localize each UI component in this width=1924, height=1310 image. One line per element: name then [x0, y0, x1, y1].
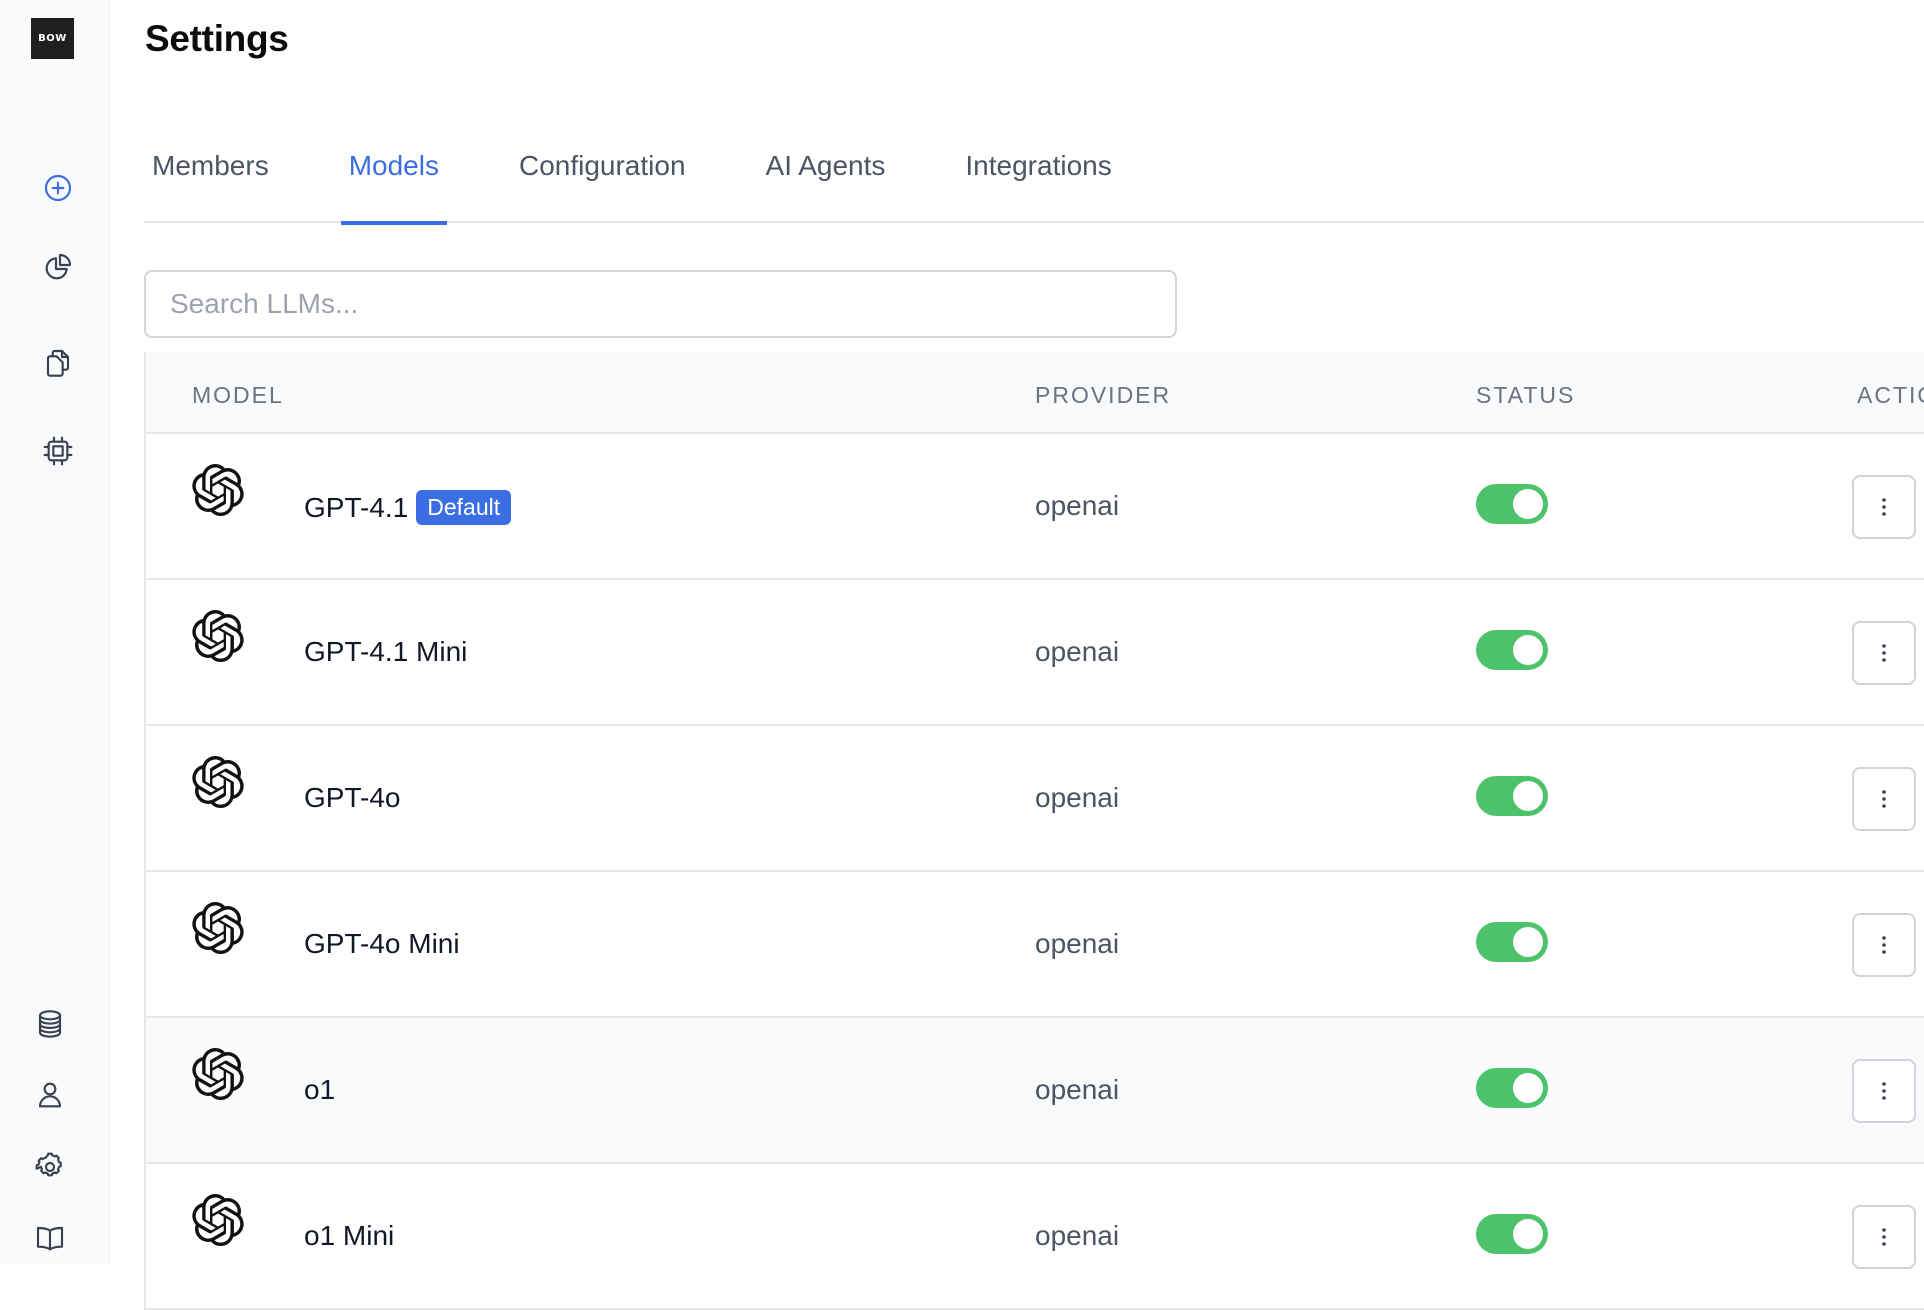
status-toggle[interactable]	[1476, 776, 1548, 816]
vertical-dots-icon	[1882, 1082, 1886, 1100]
tab-integrations[interactable]: Integrations	[957, 145, 1119, 223]
search-input[interactable]	[144, 270, 1177, 338]
toggle-knob	[1513, 1219, 1543, 1249]
cpu-icon[interactable]	[40, 433, 76, 469]
user-icon[interactable]	[32, 1077, 68, 1113]
table-row: o1 Mini openai	[146, 1164, 1924, 1310]
table-header: MODEL PROVIDER STATUS ACTIO	[146, 352, 1924, 434]
status-toggle[interactable]	[1476, 630, 1548, 670]
app-logo[interactable]: BOW	[31, 18, 74, 59]
provider-name: openai	[1035, 782, 1120, 813]
database-icon[interactable]	[32, 1006, 68, 1042]
row-actions-button[interactable]	[1852, 1205, 1916, 1269]
toggle-knob	[1513, 635, 1543, 665]
column-header-actions: ACTIO	[1857, 382, 1924, 408]
table-row: GPT-4o openai	[146, 726, 1924, 872]
main-content: Settings Members Models Configuration AI…	[110, 0, 1924, 1310]
status-toggle[interactable]	[1476, 1068, 1548, 1108]
book-icon[interactable]	[32, 1220, 68, 1256]
status-toggle[interactable]	[1476, 484, 1548, 524]
column-header-model: MODEL	[192, 382, 284, 408]
model-name: GPT-4o Mini	[304, 928, 460, 959]
provider-name: openai	[1035, 636, 1120, 667]
row-actions-button[interactable]	[1852, 1059, 1916, 1123]
vertical-dots-icon	[1882, 1228, 1886, 1246]
models-table: MODEL PROVIDER STATUS ACTIO GPT-4.1 Defa…	[144, 352, 1924, 1310]
gear-icon[interactable]	[32, 1149, 68, 1185]
tab-models[interactable]: Models	[340, 145, 448, 225]
table-row: GPT-4.1 Mini openai	[146, 580, 1924, 726]
toggle-knob	[1513, 781, 1543, 811]
row-actions-button[interactable]	[1852, 621, 1916, 685]
column-header-provider: PROVIDER	[1035, 382, 1172, 408]
column-header-status: STATUS	[1476, 382, 1576, 408]
openai-icon	[192, 610, 244, 663]
tab-members[interactable]: Members	[144, 145, 277, 223]
table-row: o1 openai	[146, 1018, 1924, 1164]
table-row: GPT-4.1 Default openai	[146, 434, 1924, 580]
vertical-dots-icon	[1882, 790, 1886, 808]
settings-tabs: Members Models Configuration AI Agents I…	[144, 145, 1924, 225]
plus-circle-icon[interactable]	[40, 170, 76, 206]
vertical-dots-icon	[1882, 498, 1886, 516]
row-actions-button[interactable]	[1852, 475, 1916, 539]
tab-ai-agents[interactable]: AI Agents	[758, 145, 894, 223]
default-badge: Default	[416, 490, 512, 525]
table-row: GPT-4o Mini openai	[146, 872, 1924, 1018]
vertical-dots-icon	[1882, 644, 1886, 662]
row-actions-button[interactable]	[1852, 913, 1916, 977]
model-name: GPT-4o	[304, 782, 401, 813]
provider-name: openai	[1035, 490, 1120, 521]
documents-icon[interactable]	[40, 345, 76, 381]
model-name: o1 Mini	[304, 1220, 395, 1251]
model-name: GPT-4.1	[304, 491, 409, 523]
openai-icon	[192, 1048, 244, 1101]
sidebar: BOW	[0, 0, 110, 1264]
provider-name: openai	[1035, 1220, 1120, 1251]
page-title: Settings	[145, 18, 289, 59]
vertical-dots-icon	[1882, 936, 1886, 954]
tab-configuration[interactable]: Configuration	[511, 145, 694, 223]
table-body: GPT-4.1 Default openai GPT-4.1 Mini open…	[146, 434, 1924, 1310]
status-toggle[interactable]	[1476, 1214, 1548, 1254]
row-actions-button[interactable]	[1852, 767, 1916, 831]
model-name: o1	[304, 1074, 336, 1105]
model-name: GPT-4.1 Mini	[304, 636, 468, 667]
chart-pie-icon[interactable]	[40, 249, 76, 285]
provider-name: openai	[1035, 1074, 1120, 1105]
openai-icon	[192, 464, 244, 517]
openai-icon	[192, 756, 244, 809]
openai-icon	[192, 902, 244, 955]
provider-name: openai	[1035, 928, 1120, 959]
toggle-knob	[1513, 927, 1543, 957]
status-toggle[interactable]	[1476, 922, 1548, 962]
openai-icon	[192, 1194, 244, 1247]
toggle-knob	[1513, 1073, 1543, 1103]
toggle-knob	[1513, 489, 1543, 519]
